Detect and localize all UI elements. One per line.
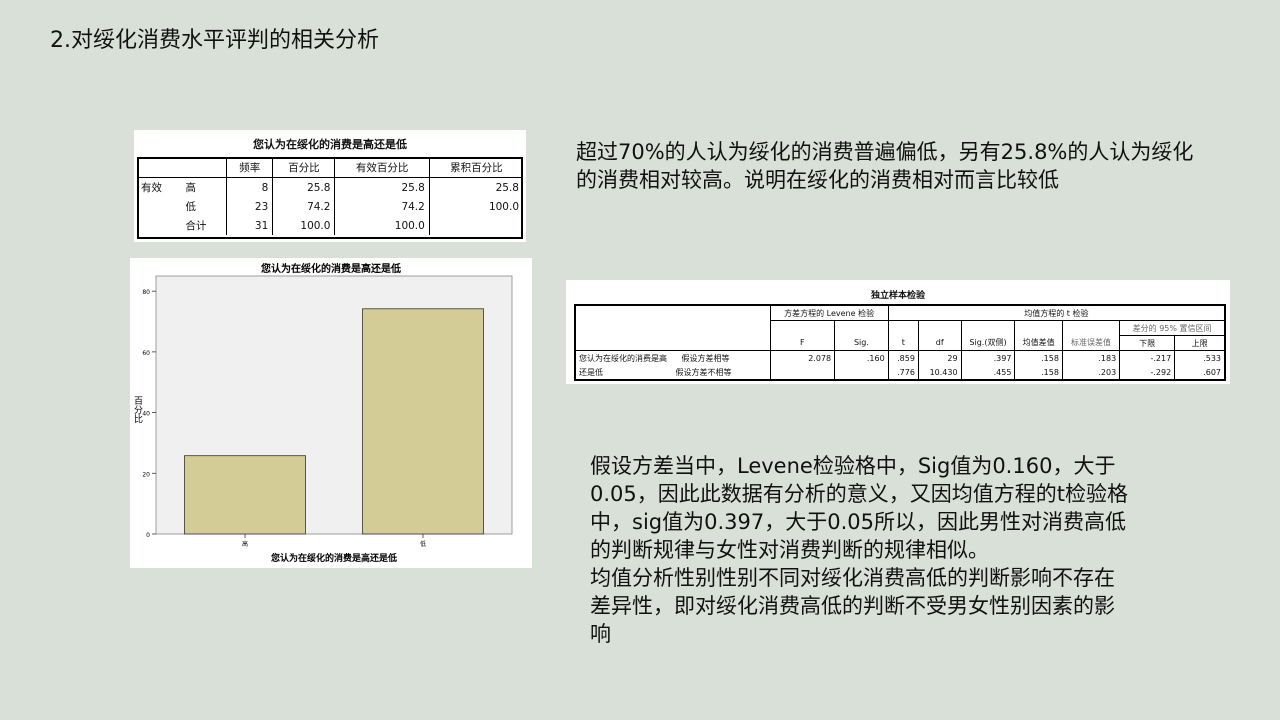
cell-frequency: 31 — [226, 216, 273, 235]
col-header-upper: 上限 — [1174, 335, 1225, 351]
header-cell-valid-percent: 有效百分比 — [334, 157, 430, 178]
cell-lower: -.217 — [1119, 350, 1175, 365]
col-header-f: F — [769, 335, 835, 351]
cell-percent: 25.8 — [272, 177, 335, 197]
cell-valid-percent: 74.2 — [334, 197, 430, 216]
cell-frequency: 8 — [226, 177, 273, 197]
y-tick-label: 40 — [142, 411, 150, 418]
y-tick-label: 20 — [142, 471, 150, 478]
ttest-table-caption: 独立样本检验 — [870, 291, 925, 301]
cell-f: 2.078 — [769, 350, 835, 365]
cell-se-diff: .203 — [1061, 365, 1120, 380]
col-header-sig-two-tailed: Sig.(双侧) — [960, 335, 1015, 351]
assumption-label: 假设方差相等 — [681, 353, 730, 363]
x-tick-label: 低 — [420, 540, 426, 548]
paragraph-line: 的判断规律与女性对消费判断的规律相似。 — [590, 538, 989, 562]
chart-title: 您认为在绥化的消费是高还是低 — [261, 262, 401, 275]
col-header-mean-diff: 均值差值 — [1014, 335, 1063, 351]
assumption-label: 假设方差不相等 — [675, 367, 732, 377]
cell-percent: 74.2 — [272, 197, 335, 216]
slide-title: 2.对绥化消费水平评判的相关分析 — [50, 28, 379, 53]
levene-header: 方差方程的 Levene 检验 — [769, 305, 889, 321]
cell-valid-percent: 25.8 — [334, 177, 430, 197]
paragraph-line: 差异性，即对绥化消费高低的判断不受男女性别因素的影 — [590, 594, 1115, 618]
cell-mean-diff: .158 — [1014, 350, 1063, 365]
x-axis: 高低 — [242, 534, 426, 548]
row-label-line-1: 您认为在绥化的消费是高 — [579, 353, 667, 363]
cell-f — [769, 365, 835, 380]
paragraph-line: 假设方差当中，Levene检验格中，Sig值为0.160，大于 — [590, 454, 1116, 478]
cell-sig — [834, 365, 889, 380]
frequency-table-panel: 您认为在绥化的消费是高还是低 频率 百分比 有效百分比 累积百分比 有效 高 8… — [134, 130, 526, 242]
table-row: 低 23 74.2 74.2 100.0 — [137, 197, 523, 216]
row-label: 高 — [185, 182, 197, 194]
frequency-table: 频率 百分比 有效百分比 累积百分比 有效 高 8 25.8 25.8 25.8… — [137, 157, 523, 235]
ttest-header: 均值方程的 t 检验 — [887, 305, 1225, 321]
header-cell-frequency: 频率 — [226, 157, 273, 178]
y-axis-label: 百分比 — [134, 396, 143, 425]
header-cell-group — [137, 157, 182, 178]
table-row: 您认为在绥化的消费是高 假设方差相等 2.078 .160 .859 29 .3… — [575, 350, 1225, 366]
paragraph-line: 响 — [590, 622, 611, 646]
bar-chart-panel: 您认为在绥化的消费是高还是低 0 20 40 60 80 高低 百分比 您认为在绥化的消… — [130, 258, 532, 568]
cell-cumulative-percent — [428, 216, 523, 235]
col-header-lower: 下限 — [1119, 335, 1175, 351]
header-cell-percent: 百分比 — [272, 157, 335, 178]
cell-frequency: 23 — [226, 197, 273, 216]
bar-low — [362, 308, 484, 535]
cell-percent: 100.0 — [272, 216, 335, 235]
y-axis: 0 20 40 60 80 — [142, 289, 156, 539]
ttest-header-row-1: 方差方程的 Levene 检验 均值方程的 t 检验 — [575, 305, 1225, 351]
header-cell-category — [181, 157, 227, 178]
frequency-table-caption: 您认为在绥化的消费是高还是低 — [253, 138, 407, 151]
col-header-df: df — [917, 335, 962, 351]
ttest-table-panel: 独立样本检验 方差方程的 Levene 检验 均值方程的 t 检验 差分的 95… — [566, 280, 1230, 384]
cell-cumulative-percent: 100.0 — [428, 197, 523, 216]
paragraph-line: 中，sig值为0.397，大于0.05所以，因此男性对消费高低 — [590, 510, 1126, 534]
cell-sig-two-tailed: .397 — [960, 350, 1015, 365]
y-tick-label: 80 — [142, 289, 150, 296]
cell-upper: .607 — [1174, 365, 1225, 380]
y-tick-label: 60 — [142, 350, 150, 357]
row-label: 低 — [185, 201, 197, 213]
bar-chart: 您认为在绥化的消费是高还是低 020406080 高低 百分比 您认为在绥化的消… — [134, 262, 513, 564]
row-label: 还是低 假设方差不相等 — [575, 365, 770, 380]
summary-paragraph-1: 超过70%的人认为绥化的消费普遍偏低，另有25.8%的人认为绥化的消费相对较高。… — [576, 140, 1194, 192]
table-row: 合计 31 100.0 100.0 — [137, 216, 523, 235]
table-row: 有效 高 8 25.8 25.8 25.8 — [137, 177, 523, 197]
row-label-line-2: 还是低 — [579, 367, 603, 377]
summary-paragraph-2: 假设方差当中，Levene检验格中，Sig值为0.160，大于 0.05，因此此… — [590, 452, 1210, 648]
header-cell-cumulative-percent: 累积百分比 — [428, 157, 523, 178]
cell-sig-two-tailed: .455 — [960, 365, 1015, 380]
table-row: 还是低 假设方差不相等 .776 10.430 .455 .158 .203 -… — [575, 365, 1225, 380]
col-header-t: t — [887, 335, 919, 351]
cell-mean-diff: .158 — [1014, 365, 1063, 380]
paragraph-line: 均值分析性别性别不同对绥化消费高低的判断影响不存在 — [590, 566, 1115, 590]
y-tick-label: 0 — [146, 532, 150, 539]
row-label: 您认为在绥化的消费是高 假设方差相等 — [575, 351, 770, 366]
cell-se-diff: .183 — [1061, 350, 1120, 365]
x-axis-label: 您认为在绥化的消费是高还是低 — [271, 552, 397, 564]
cell-df: 29 — [917, 350, 962, 365]
row-label: 合计 — [185, 220, 207, 232]
cell-upper: .533 — [1174, 350, 1225, 365]
cell-lower: -.292 — [1119, 365, 1175, 380]
col-header-se-diff: 标准误差值 — [1061, 335, 1120, 351]
bar-high — [184, 455, 306, 535]
paragraph-line: 0.05，因此此数据有分析的意义，又因均值方程的t检验格 — [590, 482, 1128, 506]
ci-header: 差分的 95% 置信区间 — [1119, 320, 1225, 336]
cell-valid-percent: 100.0 — [334, 216, 430, 235]
cell-t: .859 — [887, 350, 919, 365]
cell-df: 10.430 — [917, 365, 962, 380]
cell-cumulative-percent: 25.8 — [428, 177, 523, 197]
col-header-sig: Sig. — [834, 335, 889, 351]
x-tick-label: 高 — [242, 540, 248, 548]
cell-sig: .160 — [834, 350, 889, 365]
cell-t: .776 — [887, 365, 919, 380]
frequency-table-header-row: 频率 百分比 有效百分比 累积百分比 — [137, 157, 523, 178]
ttest-table: 方差方程的 Levene 检验 均值方程的 t 检验 差分的 95% 置信区间 … — [574, 304, 1226, 381]
group-label: 有效 — [141, 182, 162, 194]
